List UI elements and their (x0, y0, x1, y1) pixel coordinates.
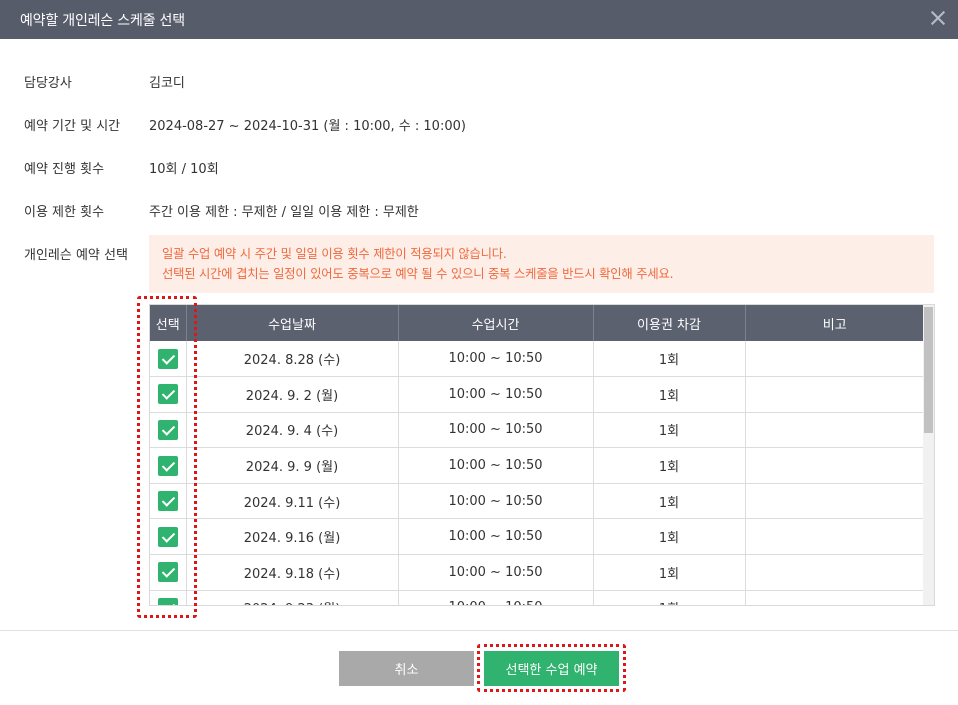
book-selected-button[interactable]: 선택한 수업 예약 (484, 651, 619, 686)
date-cell: 2024. 8.28 (수) (186, 341, 399, 378)
select-cell (150, 554, 187, 591)
row-checkbox[interactable] (157, 419, 178, 440)
note-cell (745, 447, 924, 484)
row-checkbox[interactable] (157, 455, 178, 476)
close-icon[interactable] (928, 8, 948, 28)
deduct-cell: 1회 (593, 376, 746, 413)
deduct-cell: 1회 (593, 518, 746, 556)
notice-box: 일괄 수업 예약 시 주간 및 일일 이용 횟수 제한이 적용되지 않습니다. … (149, 235, 934, 293)
table-row: 2024. 9. 9 (월) 10:00 ~ 10:50 1회 (150, 447, 924, 484)
row-checkbox[interactable] (157, 562, 178, 583)
header-select: 선택 (150, 305, 187, 341)
limit-row: 이용 제한 횟수 주간 이용 제한 : 무제한 / 일일 이용 제한 : 무제한 (24, 201, 419, 220)
row-checkbox[interactable] (157, 597, 178, 605)
notice-line-2: 선택된 시간에 겹치는 일정이 있어도 중복으로 예약 될 수 있으니 중복 스… (162, 267, 674, 281)
schedule-table-container[interactable]: 선택 수업날짜 수업시간 이용권 차감 비고 2024. 8.28 (수) 10:… (149, 304, 935, 606)
time-cell: 10:00 ~ 10:50 (398, 341, 594, 378)
deduct-cell: 1회 (593, 554, 746, 591)
select-cell (150, 447, 187, 484)
instructor-value: 김코디 (149, 76, 185, 91)
row-checkbox[interactable] (157, 384, 178, 405)
note-cell (745, 518, 924, 556)
note-cell (745, 590, 924, 605)
table-row: 2024. 8.28 (수) 10:00 ~ 10:50 1회 (150, 341, 924, 378)
time-cell: 10:00 ~ 10:50 (398, 447, 594, 484)
header-note: 비고 (745, 305, 924, 341)
time-cell: 10:00 ~ 10:50 (398, 483, 594, 520)
date-cell: 2024. 9.23 (월) (186, 590, 399, 605)
time-cell: 10:00 ~ 10:50 (398, 590, 594, 605)
time-cell: 10:00 ~ 10:50 (398, 554, 594, 591)
table-header-row: 선택 수업날짜 수업시간 이용권 차감 비고 (150, 305, 924, 341)
table-row: 2024. 9.11 (수) 10:00 ~ 10:50 1회 (150, 483, 924, 520)
modal-title: 예약할 개인레슨 스케줄 선택 (20, 12, 185, 29)
date-cell: 2024. 9. 4 (수) (186, 412, 399, 449)
select-cell (150, 518, 187, 556)
note-cell (745, 554, 924, 591)
select-cell (150, 483, 187, 520)
table-row: 2024. 9.18 (수) 10:00 ~ 10:50 1회 (150, 554, 924, 591)
header-time: 수업시간 (398, 305, 594, 341)
date-cell: 2024. 9.16 (월) (186, 518, 399, 556)
scrollbar-thumb[interactable] (924, 307, 933, 433)
deduct-cell: 1회 (593, 341, 746, 378)
deduct-cell: 1회 (593, 447, 746, 484)
table-row: 2024. 9.23 (월)10:00 ~ 10:501회 (150, 590, 924, 605)
time-cell: 10:00 ~ 10:50 (398, 412, 594, 449)
select-cell (150, 341, 187, 378)
instructor-row: 담당강사 김코디 (24, 72, 185, 91)
table-row: 2024. 9. 2 (월) 10:00 ~ 10:50 1회 (150, 376, 924, 413)
table-row: 2024. 9.16 (월) 10:00 ~ 10:50 1회 (150, 518, 924, 556)
table-row: 2024. 9. 4 (수) 10:00 ~ 10:50 1회 (150, 412, 924, 449)
date-cell: 2024. 9. 2 (월) (186, 376, 399, 413)
date-cell: 2024. 9.18 (수) (186, 554, 399, 591)
note-cell (745, 341, 924, 378)
select-cell (150, 376, 187, 413)
row-checkbox[interactable] (157, 348, 178, 369)
limit-value: 주간 이용 제한 : 무제한 / 일일 이용 제한 : 무제한 (149, 205, 419, 220)
note-cell (745, 483, 924, 520)
note-cell (745, 376, 924, 413)
header-deduct: 이용권 차감 (593, 305, 746, 341)
select-label: 개인레슨 예약 선택 (24, 248, 128, 263)
deduct-cell: 1회 (593, 412, 746, 449)
row-checkbox[interactable] (157, 491, 178, 512)
count-label: 예약 진행 횟수 (24, 162, 105, 177)
date-cell: 2024. 9. 9 (월) (186, 447, 399, 484)
select-cell (150, 412, 187, 449)
select-cell (150, 590, 187, 605)
period-value: 2024-08-27 ~ 2024-10-31 (월 : 10:00, 수 : … (149, 119, 466, 134)
time-cell: 10:00 ~ 10:50 (398, 518, 594, 556)
table-scrollbar[interactable] (923, 305, 934, 605)
row-checkbox[interactable] (157, 526, 178, 547)
footer-divider (0, 630, 958, 631)
limit-label: 이용 제한 횟수 (24, 205, 105, 220)
time-cell: 10:00 ~ 10:50 (398, 376, 594, 413)
note-cell (745, 412, 924, 449)
select-row: 개인레슨 예약 선택 (24, 244, 149, 263)
deduct-cell: 1회 (593, 483, 746, 520)
header-date: 수업날짜 (186, 305, 399, 341)
count-value: 10회 / 10회 (149, 162, 219, 177)
schedule-table: 선택 수업날짜 수업시간 이용권 차감 비고 2024. 8.28 (수) 10:… (150, 305, 924, 605)
date-cell: 2024. 9.11 (수) (186, 483, 399, 520)
deduct-cell: 1회 (593, 590, 746, 605)
modal-header: 예약할 개인레슨 스케줄 선택 (0, 0, 958, 39)
instructor-label: 담당강사 (24, 76, 72, 91)
notice-line-1: 일괄 수업 예약 시 주간 및 일일 이용 횟수 제한이 적용되지 않습니다. (162, 247, 507, 261)
period-label: 예약 기간 및 시간 (24, 119, 121, 134)
cancel-button[interactable]: 취소 (339, 651, 474, 686)
period-row: 예약 기간 및 시간 2024-08-27 ~ 2024-10-31 (월 : … (24, 115, 466, 134)
count-row: 예약 진행 횟수 10회 / 10회 (24, 158, 219, 177)
